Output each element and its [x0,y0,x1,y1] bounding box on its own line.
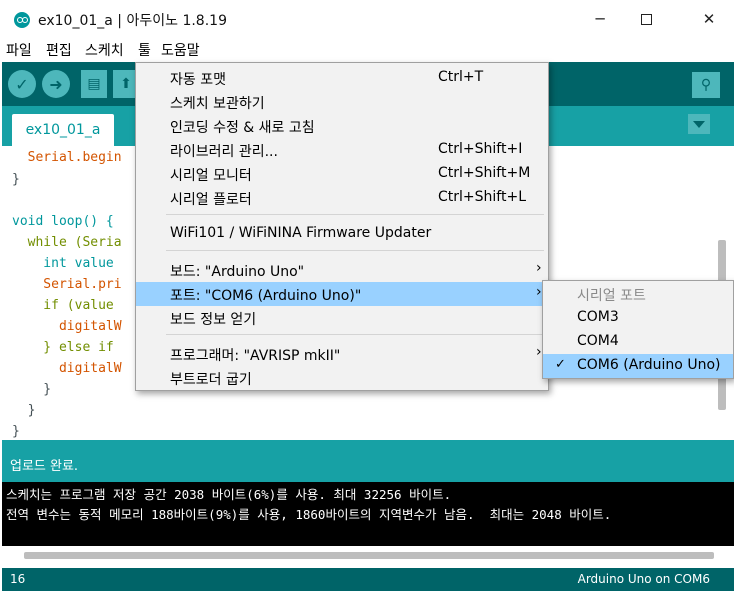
tab-menu-button[interactable] [688,114,710,134]
menu-tools[interactable]: 툴 [138,40,151,60]
window-title: ex10_01_a | 아두이노 1.8.19 [38,13,227,29]
port-option-com6[interactable]: ✓ COM6 (Arduino Uno) [543,354,733,378]
code-line: int value [12,256,114,271]
menu-item-firmware-updater[interactable]: WiFi101 / WiFiNINA Firmware Updater [136,222,548,246]
checkmark-icon: ✓ [15,74,29,94]
footer-bar: 16 Arduino Uno on COM6 [2,568,734,591]
code-line: digitalW [12,361,122,376]
console-line: 스케치는 프로그램 저장 공간 2038 바이트(6%)를 사용. 최대 322… [6,487,452,502]
close-button[interactable]: ✕ [686,4,732,34]
chevron-right-icon: › [536,284,542,300]
port-option-com3[interactable]: COM3 [543,306,733,330]
menu-item-programmer[interactable]: 프로그래머: "AVRISP mkII" › [136,342,548,366]
arduino-logo-icon [14,12,30,28]
minimize-button[interactable]: ─ [577,4,623,34]
maximize-button[interactable] [623,4,669,34]
code-line: digitalW [12,319,122,334]
status-bar: 업로드 완료. [2,440,734,482]
code-line: } else if [12,340,114,355]
menu-bar: 파일 편집 스케치 툴 도움말 [0,38,734,62]
code-line: void loop() { [12,214,114,229]
menu-item-burn-bootloader[interactable]: 부트로더 굽기 [136,366,548,390]
menu-item-manage-libraries[interactable]: 라이브러리 관리... Ctrl+Shift+I [136,138,548,162]
code-line: } [12,172,20,187]
menu-item-board-info[interactable]: 보드 정보 얻기 [136,306,548,330]
magnifier-icon: ⚲ [700,77,712,93]
tab-ex10-01-a[interactable]: ex10_01_a [12,114,114,146]
submenu-header-serial-ports: 시리얼 포트 [577,288,646,304]
serial-monitor-button[interactable]: ⚲ [692,72,720,98]
menu-item-auto-format[interactable]: 자동 포맷 Ctrl+T [136,66,548,90]
menu-separator [166,334,544,335]
menu-item-fix-encoding[interactable]: 인코딩 수정 & 새로 고침 [136,114,548,138]
new-sketch-button[interactable]: ▤ [81,70,107,98]
verify-button[interactable]: ✓ [8,70,36,98]
code-line: } [12,382,52,397]
menu-item-board[interactable]: 보드: "Arduino Uno" › [136,258,548,282]
console-horizontal-scrollbar[interactable] [24,552,714,559]
title-bar: ex10_01_a | 아두이노 1.8.19 ─ ✕ [0,0,734,38]
console-line: 전역 변수는 동적 메모리 188바이트(9%)를 사용, 1860바이트의 지… [6,507,612,522]
port-submenu: 시리얼 포트 COM3 COM4 ✓ COM6 (Arduino Uno) [542,280,734,379]
code-line: } [12,424,20,438]
upload-button[interactable]: ➜ [42,70,70,98]
status-message: 업로드 완료. [10,459,79,474]
menu-item-port[interactable]: 포트: "COM6 (Arduino Uno)" › [136,282,548,306]
triangle-down-icon [693,120,705,128]
maximize-icon [640,13,652,25]
tools-menu: 자동 포맷 Ctrl+T 스케치 보관하기 인코딩 수정 & 새로 고침 라이브… [135,62,549,391]
menu-help[interactable]: 도움말 [161,40,200,60]
console-output: 스케치는 프로그램 저장 공간 2038 바이트(6%)를 사용. 최대 322… [2,482,734,548]
board-port-info: Arduino Uno on COM6 [577,572,710,586]
menu-edit[interactable]: 편집 [46,40,72,60]
menu-separator [166,214,544,215]
chevron-right-icon: › [536,260,542,276]
port-option-com4[interactable]: COM4 [543,330,733,354]
menu-sketch[interactable]: 스케치 [85,40,124,60]
line-number: 16 [10,572,26,586]
code-line: while (Seria [12,235,122,250]
arrow-right-icon: ➜ [49,74,63,94]
code-line: if (value [12,298,114,313]
code-line: Serial.pri [12,277,122,292]
menu-item-serial-monitor[interactable]: 시리얼 모니터 Ctrl+Shift+M [136,162,548,186]
menu-separator [166,250,544,251]
code-line: Serial.begin [12,150,122,165]
open-arrow-icon: ⬆ [120,76,132,92]
chevron-right-icon: › [536,344,542,360]
checkmark-icon: ✓ [555,357,566,372]
new-file-icon: ▤ [87,76,101,92]
code-line: } [12,403,36,418]
menu-file[interactable]: 파일 [6,40,32,60]
menu-item-serial-plotter[interactable]: 시리얼 플로터 Ctrl+Shift+L [136,186,548,210]
menu-item-archive-sketch[interactable]: 스케치 보관하기 [136,90,548,114]
